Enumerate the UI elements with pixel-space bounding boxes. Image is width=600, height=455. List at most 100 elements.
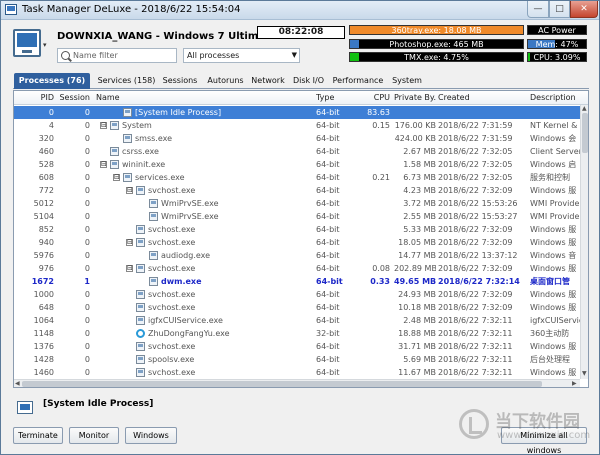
title-bar[interactable]: Task Manager DeLuxe - 2018/6/22 15:54:04… bbox=[1, 1, 599, 20]
close-button[interactable]: ✕ bbox=[570, 1, 598, 18]
terminate-button[interactable]: Terminate bbox=[13, 427, 63, 444]
chevron-down-icon: ▼ bbox=[291, 51, 297, 59]
table-row[interactable]: 648 0 64-bit 10.18 MB 2018/6/22 7:32:09 Windo… bbox=[14, 301, 588, 314]
process-name: [System Idle Process] bbox=[135, 108, 222, 117]
cell-pid: 1064 bbox=[33, 316, 54, 325]
table-row[interactable]: 460 0 64-bit 2.67 MB 2018/6/22 7:32:05 Client… bbox=[14, 145, 588, 158]
tab-disk[interactable]: Disk I/O bbox=[291, 73, 326, 89]
table-row[interactable]: 976 0 64-bit 0.08 202.89 MB 2018/6/22 7:32:09… bbox=[14, 262, 588, 275]
tree-collapse-toggle[interactable]: ⊟ bbox=[126, 265, 133, 272]
cell-private: 11.67 MB bbox=[398, 368, 436, 377]
cell-description: 服务和控制 bbox=[530, 173, 570, 182]
tab-services[interactable]: Services (158) bbox=[95, 73, 158, 89]
process-icon bbox=[136, 355, 145, 364]
table-row[interactable]: 528 0 64-bit 1.58 MB 2018/6/22 7:32:05 Window… bbox=[14, 158, 588, 171]
meter-label: 360tray.exe: 18.08 MB bbox=[391, 26, 482, 35]
cell-session: 0 bbox=[84, 225, 90, 234]
cell-session: 0 bbox=[84, 303, 90, 312]
vertical-scrollbar[interactable]: ▲ ▼ bbox=[580, 105, 588, 379]
name-filter-input[interactable] bbox=[73, 50, 173, 61]
cell-created: 2018/6/22 15:53:27 bbox=[438, 212, 518, 221]
chevron-down-icon[interactable]: ▾ bbox=[43, 41, 47, 49]
column-header-pid[interactable]: PID bbox=[14, 91, 54, 105]
minimize-button[interactable]: — bbox=[527, 1, 549, 18]
table-row[interactable]: 1064 0 64-bit 2.48 MB 2018/6/22 7:32:11 igfxC… bbox=[14, 314, 588, 327]
horizontal-scrollbar[interactable]: ◀ ▶ bbox=[14, 379, 580, 387]
cell-created: 2018/6/22 7:32:09 bbox=[438, 303, 513, 312]
scroll-right-icon[interactable]: ▶ bbox=[572, 380, 577, 387]
tree-collapse-toggle[interactable]: ⊟ bbox=[100, 161, 107, 168]
meter-fill bbox=[350, 40, 359, 48]
cell-session: 0 bbox=[84, 212, 90, 221]
column-header-private[interactable]: Private By... bbox=[394, 91, 436, 105]
cell-cpu: 0.15 bbox=[372, 121, 390, 130]
cell-description: Windows 服 bbox=[530, 264, 577, 273]
process-scope-select[interactable]: All processes ▼ bbox=[183, 48, 300, 63]
scroll-left-icon[interactable]: ◀ bbox=[15, 380, 20, 387]
column-header-type[interactable]: Type bbox=[316, 91, 356, 105]
cell-description bbox=[530, 106, 580, 119]
table-row[interactable]: 5104 0 64-bit 2.55 MB 2018/6/22 15:53:27 WMI … bbox=[14, 210, 588, 223]
table-row[interactable]: 0 0 64-bit 83.63 [System Idle Process] bbox=[14, 106, 588, 119]
column-header-session[interactable]: Session bbox=[58, 91, 90, 105]
column-header-created[interactable]: Created bbox=[438, 91, 524, 105]
computer-icon[interactable] bbox=[13, 29, 41, 57]
table-row[interactable]: 4 0 64-bit 0.15 176.00 KB 2018/6/22 7:31:59 NT… bbox=[14, 119, 588, 132]
cell-session: 0 bbox=[84, 316, 90, 325]
cell-type: 64-bit bbox=[316, 238, 340, 247]
tab-performance[interactable]: Performance bbox=[331, 73, 385, 89]
windows-button[interactable]: Windows bbox=[125, 427, 177, 444]
tab-processes[interactable]: Processes (76) bbox=[14, 73, 90, 89]
selected-process-name: [System Idle Process] bbox=[43, 399, 154, 409]
table-row[interactable]: 1460 0 64-bit 11.67 MB 2018/6/22 7:32:11 Wind… bbox=[14, 366, 588, 379]
process-icon bbox=[136, 238, 145, 247]
column-header-cpu[interactable]: CPU bbox=[358, 91, 390, 105]
table-row[interactable]: 852 0 64-bit 5.33 MB 2018/6/22 7:32:09 Window… bbox=[14, 223, 588, 236]
scroll-up-icon[interactable]: ▲ bbox=[582, 105, 587, 112]
process-name: WmiPrvSE.exe bbox=[161, 199, 219, 208]
tab-network[interactable]: Network bbox=[250, 73, 286, 89]
vertical-scroll-thumb[interactable] bbox=[582, 113, 588, 153]
tree-collapse-toggle[interactable]: ⊟ bbox=[126, 239, 133, 246]
tree-collapse-toggle[interactable]: ⊟ bbox=[100, 122, 107, 129]
cell-created bbox=[438, 106, 524, 119]
cell-pid: 5104 bbox=[33, 212, 54, 221]
horizontal-scroll-thumb[interactable] bbox=[22, 381, 542, 387]
cell-created: 2018/6/22 7:32:11 bbox=[438, 329, 513, 338]
table-row[interactable]: 1000 0 64-bit 24.93 MB 2018/6/22 7:32:09 Wind… bbox=[14, 288, 588, 301]
cell-cpu bbox=[358, 236, 390, 249]
table-row[interactable]: 772 0 64-bit 4.23 MB 2018/6/22 7:32:09 Window… bbox=[14, 184, 588, 197]
cell-private: 18.88 MB bbox=[398, 329, 436, 338]
cell-created: 2018/6/22 7:32:09 bbox=[438, 225, 513, 234]
minimize-all-button[interactable]: Minimize all windows bbox=[501, 427, 587, 455]
table-row[interactable]: 940 0 64-bit 18.05 MB 2018/6/22 7:32:09 Windo… bbox=[14, 236, 588, 249]
table-row[interactable]: 1148 0 32-bit 18.88 MB 2018/6/22 7:32:11 360主… bbox=[14, 327, 588, 340]
tree-collapse-toggle[interactable]: ⊟ bbox=[126, 187, 133, 194]
cell-pid: 608 bbox=[38, 173, 54, 182]
scroll-down-icon[interactable]: ▼ bbox=[582, 370, 587, 377]
table-row[interactable]: 5012 0 64-bit 3.72 MB 2018/6/22 15:53:26 WMI … bbox=[14, 197, 588, 210]
table-row[interactable]: 1376 0 64-bit 31.71 MB 2018/6/22 7:32:11 Wind… bbox=[14, 340, 588, 353]
table-row[interactable]: 320 0 64-bit 424.00 KB 2018/6/22 7:31:59 Wind… bbox=[14, 132, 588, 145]
cell-created: 2018/6/22 7:31:59 bbox=[438, 134, 513, 143]
cell-cpu bbox=[358, 210, 390, 223]
column-header-description[interactable]: Description bbox=[530, 91, 580, 105]
process-name: csrss.exe bbox=[122, 147, 159, 156]
process-name: System bbox=[122, 121, 152, 130]
column-header-name[interactable]: Name bbox=[96, 91, 306, 105]
name-filter[interactable] bbox=[57, 48, 177, 63]
process-icon bbox=[110, 160, 119, 169]
cell-pid: 5976 bbox=[33, 251, 54, 260]
table-row[interactable]: 608 0 64-bit 0.21 6.73 MB 2018/6/22 7:32:05 服务… bbox=[14, 171, 588, 184]
table-row[interactable]: 1428 0 64-bit 5.69 MB 2018/6/22 7:32:11 后台处理程… bbox=[14, 353, 588, 366]
monitor-button[interactable]: Monitor bbox=[69, 427, 119, 444]
process-icon bbox=[17, 401, 33, 414]
table-row[interactable]: 1672 1 64-bit 0.33 49.65 MB 2018/6/22 7:32:14… bbox=[14, 275, 588, 288]
tree-collapse-toggle[interactable]: ⊟ bbox=[113, 174, 120, 181]
cell-private: 18.05 MB bbox=[398, 238, 436, 247]
table-row[interactable]: 5976 0 64-bit 14.77 MB 2018/6/22 13:37:12 Win… bbox=[14, 249, 588, 262]
tab-sessions[interactable]: Sessions bbox=[161, 73, 199, 89]
tab-system[interactable]: System bbox=[390, 73, 424, 89]
tab-autoruns[interactable]: Autoruns bbox=[205, 73, 246, 89]
maximize-button[interactable]: □ bbox=[549, 1, 570, 18]
